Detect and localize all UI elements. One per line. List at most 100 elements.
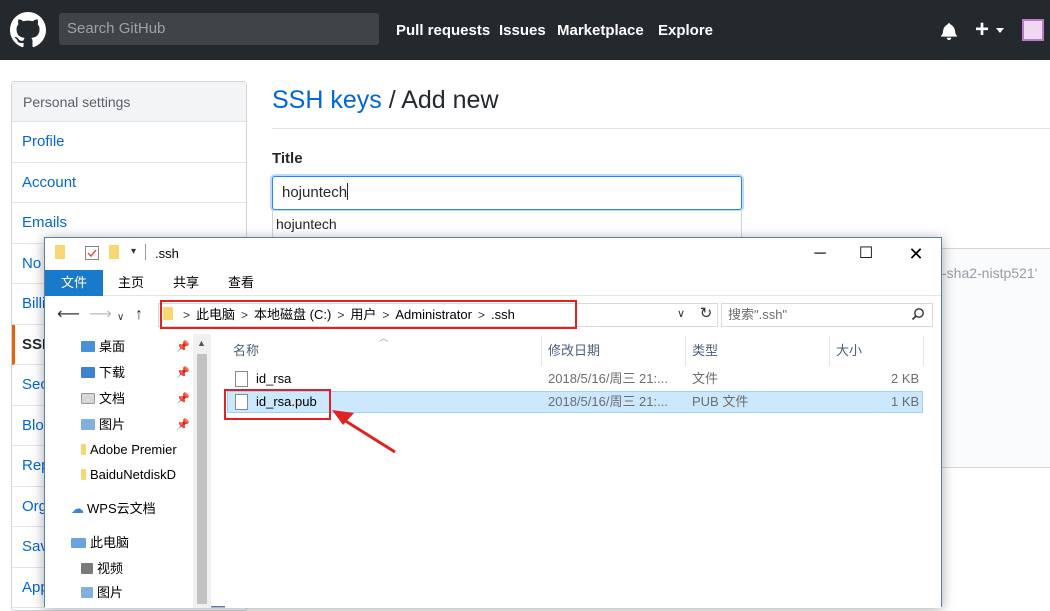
nav-item-downloads[interactable]: 下载 — [81, 364, 125, 382]
bell-icon[interactable] — [940, 22, 958, 40]
file-highlight-box — [224, 389, 331, 420]
nav-item-baidunetdisk[interactable]: BaiduNetdiskD — [81, 466, 176, 484]
pin-icon[interactable]: 📌 — [176, 366, 190, 379]
file-name: id_rsa — [256, 371, 292, 386]
nav-explore[interactable]: Explore — [658, 0, 713, 60]
pictures-icon — [81, 587, 93, 598]
column-modified[interactable]: 修改日期 — [548, 342, 600, 360]
nav-item-this-pc[interactable]: 此电脑 — [71, 534, 129, 552]
column-type[interactable]: 类型 — [692, 342, 718, 360]
new-folder-icon[interactable] — [109, 245, 119, 259]
title-input[interactable]: hojuntech — [272, 176, 742, 210]
close-button[interactable]: ✕ — [893, 238, 939, 270]
properties-icon[interactable] — [85, 246, 99, 260]
pin-icon[interactable]: 📌 — [176, 392, 190, 405]
nav-item-pc-pictures[interactable]: 图片 — [81, 584, 123, 602]
nav-marketplace[interactable]: Marketplace — [557, 0, 644, 60]
github-logo-icon[interactable] — [10, 12, 46, 48]
pictures-icon — [81, 419, 95, 430]
github-search-input[interactable]: Search GitHub — [59, 13, 379, 45]
minimize-button[interactable]: ─ — [797, 238, 843, 270]
column-name[interactable]: 名称 — [233, 342, 259, 360]
column-divider[interactable] — [923, 336, 924, 366]
explorer-search-input[interactable]: 搜索".ssh" — [721, 303, 933, 327]
tab-file[interactable]: 文件 — [45, 270, 103, 296]
folder-icon — [55, 245, 65, 259]
nav-label: Adobe Premier — [90, 442, 177, 457]
ssh-keys-link[interactable]: SSH keys — [272, 86, 382, 114]
nav-label: 图片 — [97, 585, 124, 600]
title-input-value: hojuntech — [282, 184, 348, 201]
nav-item-documents[interactable]: 文档 — [81, 390, 125, 408]
file-list: ︿ 名称 修改日期 类型 大小 id_rsa 2018/5/16/周三 21:.… — [225, 333, 941, 608]
text-caret — [347, 183, 349, 200]
navigation-pane: 桌面 📌 下载 📌 文档 📌 图片 📌 Adobe Premier BaiduN… — [45, 334, 211, 608]
nav-label: 此电脑 — [90, 535, 130, 550]
file-size: 2 KB — [891, 371, 920, 386]
titlebar-divider — [145, 244, 146, 260]
scroll-up-icon[interactable]: ▲ — [197, 338, 206, 348]
chevron-down-icon[interactable] — [996, 28, 1004, 33]
nav-item-pictures[interactable]: 图片 — [81, 416, 125, 434]
nav-pull-requests[interactable]: Pull requests — [396, 0, 490, 60]
file-explorer-window: ▾ .ssh ─ ☐ ✕ 文件 主页 共享 查看 ﹀ ? ⟵ ⟶ ∨ ↑ >此电… — [44, 237, 942, 608]
tab-view[interactable]: 查看 — [215, 270, 267, 296]
videos-icon — [81, 563, 93, 574]
pin-icon[interactable]: 📌 — [176, 340, 190, 353]
title-label: Title — [272, 150, 303, 167]
red-arrow-annotation — [332, 410, 396, 454]
sort-ascending-icon: ︿ — [379, 333, 389, 343]
page-title: SSH keys / Add new — [272, 86, 499, 115]
documents-icon — [81, 393, 95, 404]
nav-label: 视频 — [97, 561, 124, 576]
column-divider[interactable] — [829, 336, 830, 366]
explorer-titlebar[interactable]: ▾ .ssh ─ ☐ ✕ — [45, 238, 941, 270]
folder-icon — [81, 469, 86, 480]
download-icon — [81, 367, 95, 378]
nav-item-wps-cloud[interactable]: ☁ WPS云文档 — [71, 500, 156, 518]
settings-item-profile[interactable]: Profile — [12, 122, 246, 163]
nav-label: BaiduNetdiskD — [90, 467, 176, 482]
address-highlight-box — [160, 300, 577, 329]
column-size[interactable]: 大小 — [836, 342, 862, 360]
github-header: Search GitHub Pull requests Issues Marke… — [0, 0, 1050, 60]
file-row-id-rsa[interactable]: id_rsa 2018/5/16/周三 21:... 文件 2 KB — [227, 368, 923, 390]
pin-icon[interactable]: 📌 — [176, 418, 190, 431]
nav-label: 图片 — [99, 417, 126, 432]
scrollbar-thumb[interactable] — [197, 354, 207, 604]
nav-item-desktop[interactable]: 桌面 — [81, 338, 125, 356]
up-arrow-icon[interactable]: ↑ — [135, 306, 143, 324]
computer-icon — [71, 538, 86, 548]
recent-locations-icon[interactable]: ∨ — [117, 309, 124, 327]
column-divider[interactable] — [685, 336, 686, 366]
key-textarea[interactable] — [940, 248, 1050, 468]
search-icon[interactable] — [911, 307, 925, 321]
ribbon-tabs: 文件 主页 共享 查看 ﹀ ? — [45, 270, 941, 324]
window-title: .ssh — [155, 246, 179, 261]
nav-item-adobe-premier[interactable]: Adobe Premier — [81, 441, 177, 459]
file-type: 文件 — [692, 371, 719, 386]
quick-access-dropdown-icon[interactable]: ▾ — [131, 246, 136, 257]
nav-label: 文档 — [99, 391, 126, 406]
page-title-rest: / Add new — [381, 86, 499, 114]
maximize-button[interactable]: ☐ — [843, 238, 889, 270]
cloud-icon: ☁ — [71, 501, 84, 516]
column-divider[interactable] — [541, 336, 542, 366]
file-size: 1 KB — [891, 394, 920, 409]
nav-label: 桌面 — [99, 339, 126, 354]
refresh-icon[interactable]: ↻ — [695, 303, 717, 327]
settings-menu-heading: Personal settings — [12, 82, 246, 122]
folder-icon — [81, 444, 86, 455]
address-dropdown-icon[interactable]: ∨ — [677, 307, 685, 320]
address-row: ⟵ ⟶ ∨ ↑ > 此电脑 > 本地磁盘 (C:) > 用户 > Administrator >… — [45, 296, 941, 334]
tab-home[interactable]: 主页 — [105, 270, 157, 296]
back-arrow-icon[interactable]: ⟵ — [57, 306, 80, 324]
avatar[interactable] — [1022, 19, 1044, 41]
plus-icon[interactable]: + — [975, 16, 989, 44]
file-modified: 2018/5/16/周三 21:... — [548, 394, 668, 409]
settings-item-account[interactable]: Account — [12, 163, 246, 203]
tab-share[interactable]: 共享 — [159, 270, 213, 296]
nav-issues[interactable]: Issues — [499, 0, 546, 60]
nav-item-videos[interactable]: 视频 — [81, 560, 123, 578]
forward-arrow-icon[interactable]: ⟶ — [89, 306, 112, 324]
